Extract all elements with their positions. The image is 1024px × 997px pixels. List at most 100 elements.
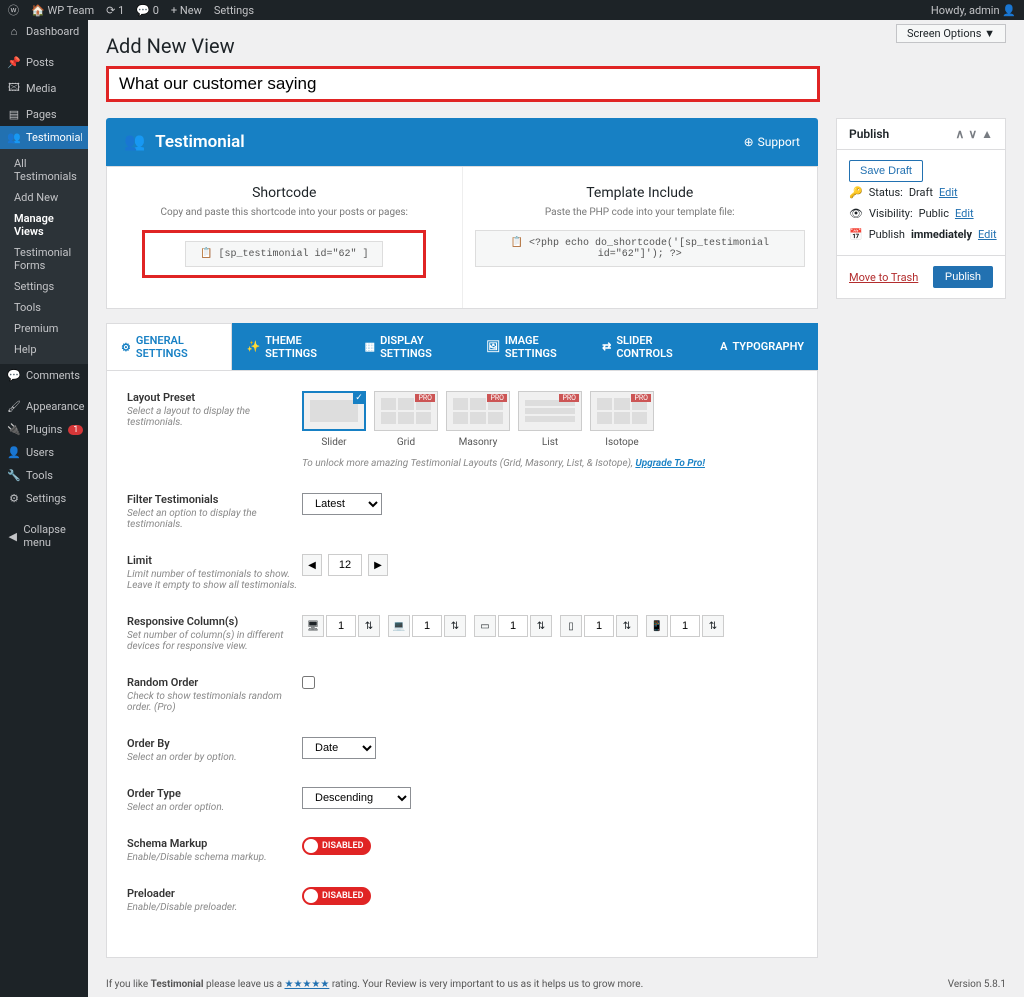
stepper-icon[interactable]: ⇅: [616, 615, 638, 637]
howdy-link[interactable]: Howdy, admin 👤: [931, 4, 1016, 17]
tablet-icon: ▯: [560, 615, 582, 637]
submenu-testimonial-forms[interactable]: Testimonial Forms: [0, 242, 88, 276]
layout-slider[interactable]: Slider: [302, 391, 366, 448]
menu-settings[interactable]: ⚙Settings: [0, 487, 88, 510]
preloader-label: Preloader: [127, 887, 302, 900]
status-edit-link[interactable]: Edit: [939, 186, 958, 199]
shortcode-highlight: 📋 [sp_testimonial id="62" ]: [142, 230, 426, 278]
box-toggle-icon[interactable]: ▲: [981, 127, 993, 141]
comment-icon: 💬: [8, 369, 20, 382]
box-up-icon[interactable]: ∧: [956, 127, 965, 141]
site-link[interactable]: 🏠 WP Team: [31, 4, 94, 17]
shortcode-desc: Copy and paste this shortcode into your …: [119, 207, 450, 218]
font-icon: A: [720, 340, 727, 353]
layout-masonry[interactable]: PROMasonry: [446, 391, 510, 448]
menu-users[interactable]: 👤Users: [0, 441, 88, 464]
resp-desktop-input[interactable]: [326, 615, 356, 637]
upgrade-note: To unlock more amazing Testimonial Layou…: [302, 458, 797, 469]
stepper-icon[interactable]: ⇅: [358, 615, 380, 637]
support-link[interactable]: ⊕Support: [744, 135, 800, 149]
shortcode-code[interactable]: 📋 [sp_testimonial id="62" ]: [185, 241, 383, 267]
random-label: Random Order: [127, 676, 302, 689]
layout-list[interactable]: PROList: [518, 391, 582, 448]
limit-increment[interactable]: ▶: [368, 554, 388, 576]
tab-display[interactable]: ▦DISPLAY SETTINGS: [351, 323, 472, 370]
submenu-all-testimonials[interactable]: All Testimonials: [0, 153, 88, 187]
schema-toggle[interactable]: DISABLED: [302, 837, 371, 855]
menu-testimonial[interactable]: 👥Testimonial: [0, 126, 88, 149]
submenu-manage-views[interactable]: Manage Views: [0, 208, 88, 242]
gear-icon: ⚙: [121, 341, 131, 354]
menu-media[interactable]: 🖾Media: [0, 74, 88, 103]
view-title-input[interactable]: [106, 66, 820, 102]
testimonial-icon: 👥: [8, 131, 20, 144]
tab-theme[interactable]: ✨THEME SETTINGS: [232, 323, 350, 370]
ordertype-select[interactable]: Descending: [302, 787, 411, 809]
layout-preset-desc: Select a layout to display the testimoni…: [127, 406, 302, 428]
layout-grid[interactable]: PROGrid: [374, 391, 438, 448]
schema-desc: Enable/Disable schema markup.: [127, 852, 302, 863]
wp-logo-icon[interactable]: ⓦ: [8, 2, 19, 18]
pin-icon: 📌: [8, 56, 20, 69]
updates-link[interactable]: ⟳ 1: [106, 4, 124, 17]
random-desc: Check to show testimonials random order.…: [127, 691, 302, 713]
submenu-premium[interactable]: Premium: [0, 318, 88, 339]
limit-input[interactable]: [328, 554, 362, 576]
stepper-icon[interactable]: ⇅: [702, 615, 724, 637]
screen-options-toggle[interactable]: Screen Options ▼: [896, 24, 1006, 43]
submenu-tools[interactable]: Tools: [0, 297, 88, 318]
layout-isotope[interactable]: PROIsotope: [590, 391, 654, 448]
plugin-icon: 🔌: [8, 423, 20, 436]
brush-icon: 🖌: [8, 400, 20, 413]
publish-box: Publish ∧∨▲ Save Draft 🔑Status: Draft Ed…: [836, 118, 1006, 299]
user-icon: 👤: [8, 446, 20, 459]
template-code[interactable]: 📋 <?php echo do_shortcode('[sp_testimoni…: [475, 230, 806, 267]
limit-decrement[interactable]: ◀: [302, 554, 322, 576]
display-icon: ▦: [365, 340, 375, 353]
filter-select[interactable]: Latest: [302, 493, 382, 515]
new-link[interactable]: + New: [171, 4, 202, 17]
menu-appearance[interactable]: 🖌Appearance: [0, 395, 88, 418]
collapse-menu[interactable]: ◀Collapse menu: [0, 518, 88, 554]
menu-comments[interactable]: 💬Comments: [0, 364, 88, 387]
box-down-icon[interactable]: ∨: [968, 127, 977, 141]
resp-tablet-l-input[interactable]: [498, 615, 528, 637]
comments-link[interactable]: 💬 0: [136, 4, 159, 17]
resp-tablet-input[interactable]: [584, 615, 614, 637]
menu-plugins[interactable]: 🔌Plugins 1: [0, 418, 88, 441]
random-checkbox[interactable]: [302, 676, 315, 689]
template-heading: Template Include: [475, 185, 806, 201]
tab-general[interactable]: ⚙GENERAL SETTINGS: [106, 323, 232, 370]
tab-slider[interactable]: ⇄SLIDER CONTROLS: [588, 323, 706, 370]
settings-link[interactable]: Settings: [214, 4, 254, 17]
submenu-add-new[interactable]: Add New: [0, 187, 88, 208]
submenu-help[interactable]: Help: [0, 339, 88, 360]
tab-image[interactable]: 🖼IMAGE SETTINGS: [472, 323, 588, 370]
upgrade-link[interactable]: Upgrade To Pro!: [635, 458, 705, 469]
schedule-edit-link[interactable]: Edit: [978, 228, 997, 241]
move-to-trash-link[interactable]: Move to Trash: [849, 271, 918, 284]
lifebuoy-icon: ⊕: [744, 135, 754, 149]
submenu-settings[interactable]: Settings: [0, 276, 88, 297]
stepper-icon[interactable]: ⇅: [530, 615, 552, 637]
filter-desc: Select an option to display the testimon…: [127, 508, 302, 530]
tab-typography[interactable]: ATYPOGRAPHY: [706, 323, 818, 370]
resp-mobile-input[interactable]: [670, 615, 700, 637]
preloader-toggle[interactable]: DISABLED: [302, 887, 371, 905]
admin-toolbar: ⓦ 🏠 WP Team ⟳ 1 💬 0 + New Settings Howdy…: [0, 0, 1024, 20]
visibility-edit-link[interactable]: Edit: [955, 207, 974, 220]
plugin-header: 👥Testimonial ⊕Support: [106, 118, 818, 166]
menu-pages[interactable]: ▤Pages: [0, 103, 88, 126]
template-desc: Paste the PHP code into your template fi…: [475, 207, 806, 218]
menu-posts[interactable]: 📌Posts: [0, 51, 88, 74]
limit-desc: Limit number of testimonials to show. Le…: [127, 569, 302, 591]
menu-tools[interactable]: 🔧Tools: [0, 464, 88, 487]
orderby-select[interactable]: Date: [302, 737, 376, 759]
resp-laptop-input[interactable]: [412, 615, 442, 637]
stepper-icon[interactable]: ⇅: [444, 615, 466, 637]
submenu-testimonial: All Testimonials Add New Manage Views Te…: [0, 149, 88, 364]
rating-link[interactable]: ★★★★★: [285, 979, 330, 990]
save-draft-button[interactable]: Save Draft: [849, 160, 923, 182]
publish-button[interactable]: Publish: [933, 266, 993, 288]
menu-dashboard[interactable]: ⌂Dashboard: [0, 20, 88, 43]
